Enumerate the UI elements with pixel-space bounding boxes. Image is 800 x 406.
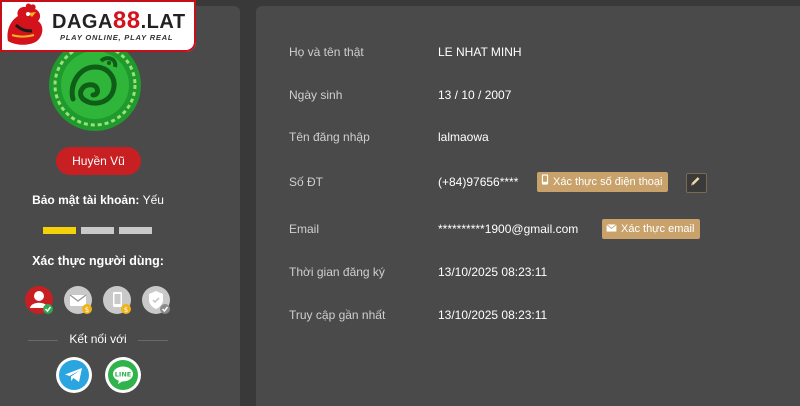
verify-phone-button[interactable]: Xác thực số điện thoại <box>537 172 669 192</box>
edit-phone-button[interactable] <box>686 173 707 193</box>
birthdate-value: 13 / 10 / 2007 <box>438 88 512 102</box>
security-bar <box>81 227 114 234</box>
account-security: Bảo mật tài khoản: Yếu <box>0 193 196 207</box>
profile-details-panel <box>256 6 800 406</box>
site-logo[interactable]: DAGA88.LAT PLAY ONLINE, PLAY REAL <box>0 0 196 52</box>
verify-phone-label: Xác thực số điện thoại <box>553 176 663 188</box>
last-access-label: Truy cập gần nhất <box>289 308 386 322</box>
email-icon <box>606 219 617 239</box>
last-access-value: 13/10/2025 08:23:11 <box>438 308 548 322</box>
pencil-icon <box>691 177 700 186</box>
rooster-logo-icon <box>7 3 43 45</box>
registration-time-value: 13/10/2025 08:23:11 <box>438 265 548 279</box>
security-bar <box>43 227 76 234</box>
username-label: Tên đăng nhập <box>289 130 370 144</box>
registration-time-label: Thời gian đăng ký <box>289 265 385 279</box>
rank-badge: Huyền Vũ <box>56 147 141 175</box>
security-label: Bảo mật tài khoản: <box>32 193 140 207</box>
user-verified-icon[interactable] <box>25 286 53 314</box>
connect-label: Kết nối với <box>69 332 127 346</box>
svg-text:LINE: LINE <box>115 371 131 379</box>
phone-icon[interactable]: $ <box>103 286 131 314</box>
verify-email-label: Xác thực email <box>621 223 695 235</box>
user-verification-title: Xác thực người dùng: <box>32 254 164 268</box>
security-bar <box>119 227 152 234</box>
line-icon[interactable]: LINE <box>105 357 141 393</box>
shield-icon[interactable] <box>142 286 170 314</box>
svg-text:$: $ <box>124 306 128 314</box>
email-icon[interactable]: $ <box>64 286 92 314</box>
verify-email-button[interactable]: Xác thực email <box>602 219 701 239</box>
full-name-value: LE NHAT MINH <box>438 45 522 59</box>
divider <box>138 340 168 341</box>
email-value: **********1900@gmail.com <box>438 222 579 236</box>
phone-label: Số ĐT <box>289 175 324 189</box>
security-value: Yếu <box>142 193 164 207</box>
username-value: lalmaowa <box>438 130 489 144</box>
email-label: Email <box>289 222 320 236</box>
logo-tagline: PLAY ONLINE, PLAY REAL <box>60 33 174 42</box>
telegram-icon[interactable] <box>56 357 92 393</box>
connect-section: Kết nối với <box>28 332 168 348</box>
birthdate-label: Ngày sinh <box>289 88 343 102</box>
logo-brand-text: DAGA88.LAT <box>52 7 186 34</box>
svg-text:$: $ <box>85 306 89 314</box>
phone-value: (+84)97656**** <box>438 175 519 189</box>
full-name-label: Họ và tên thật <box>289 45 364 59</box>
phone-icon <box>541 172 549 192</box>
